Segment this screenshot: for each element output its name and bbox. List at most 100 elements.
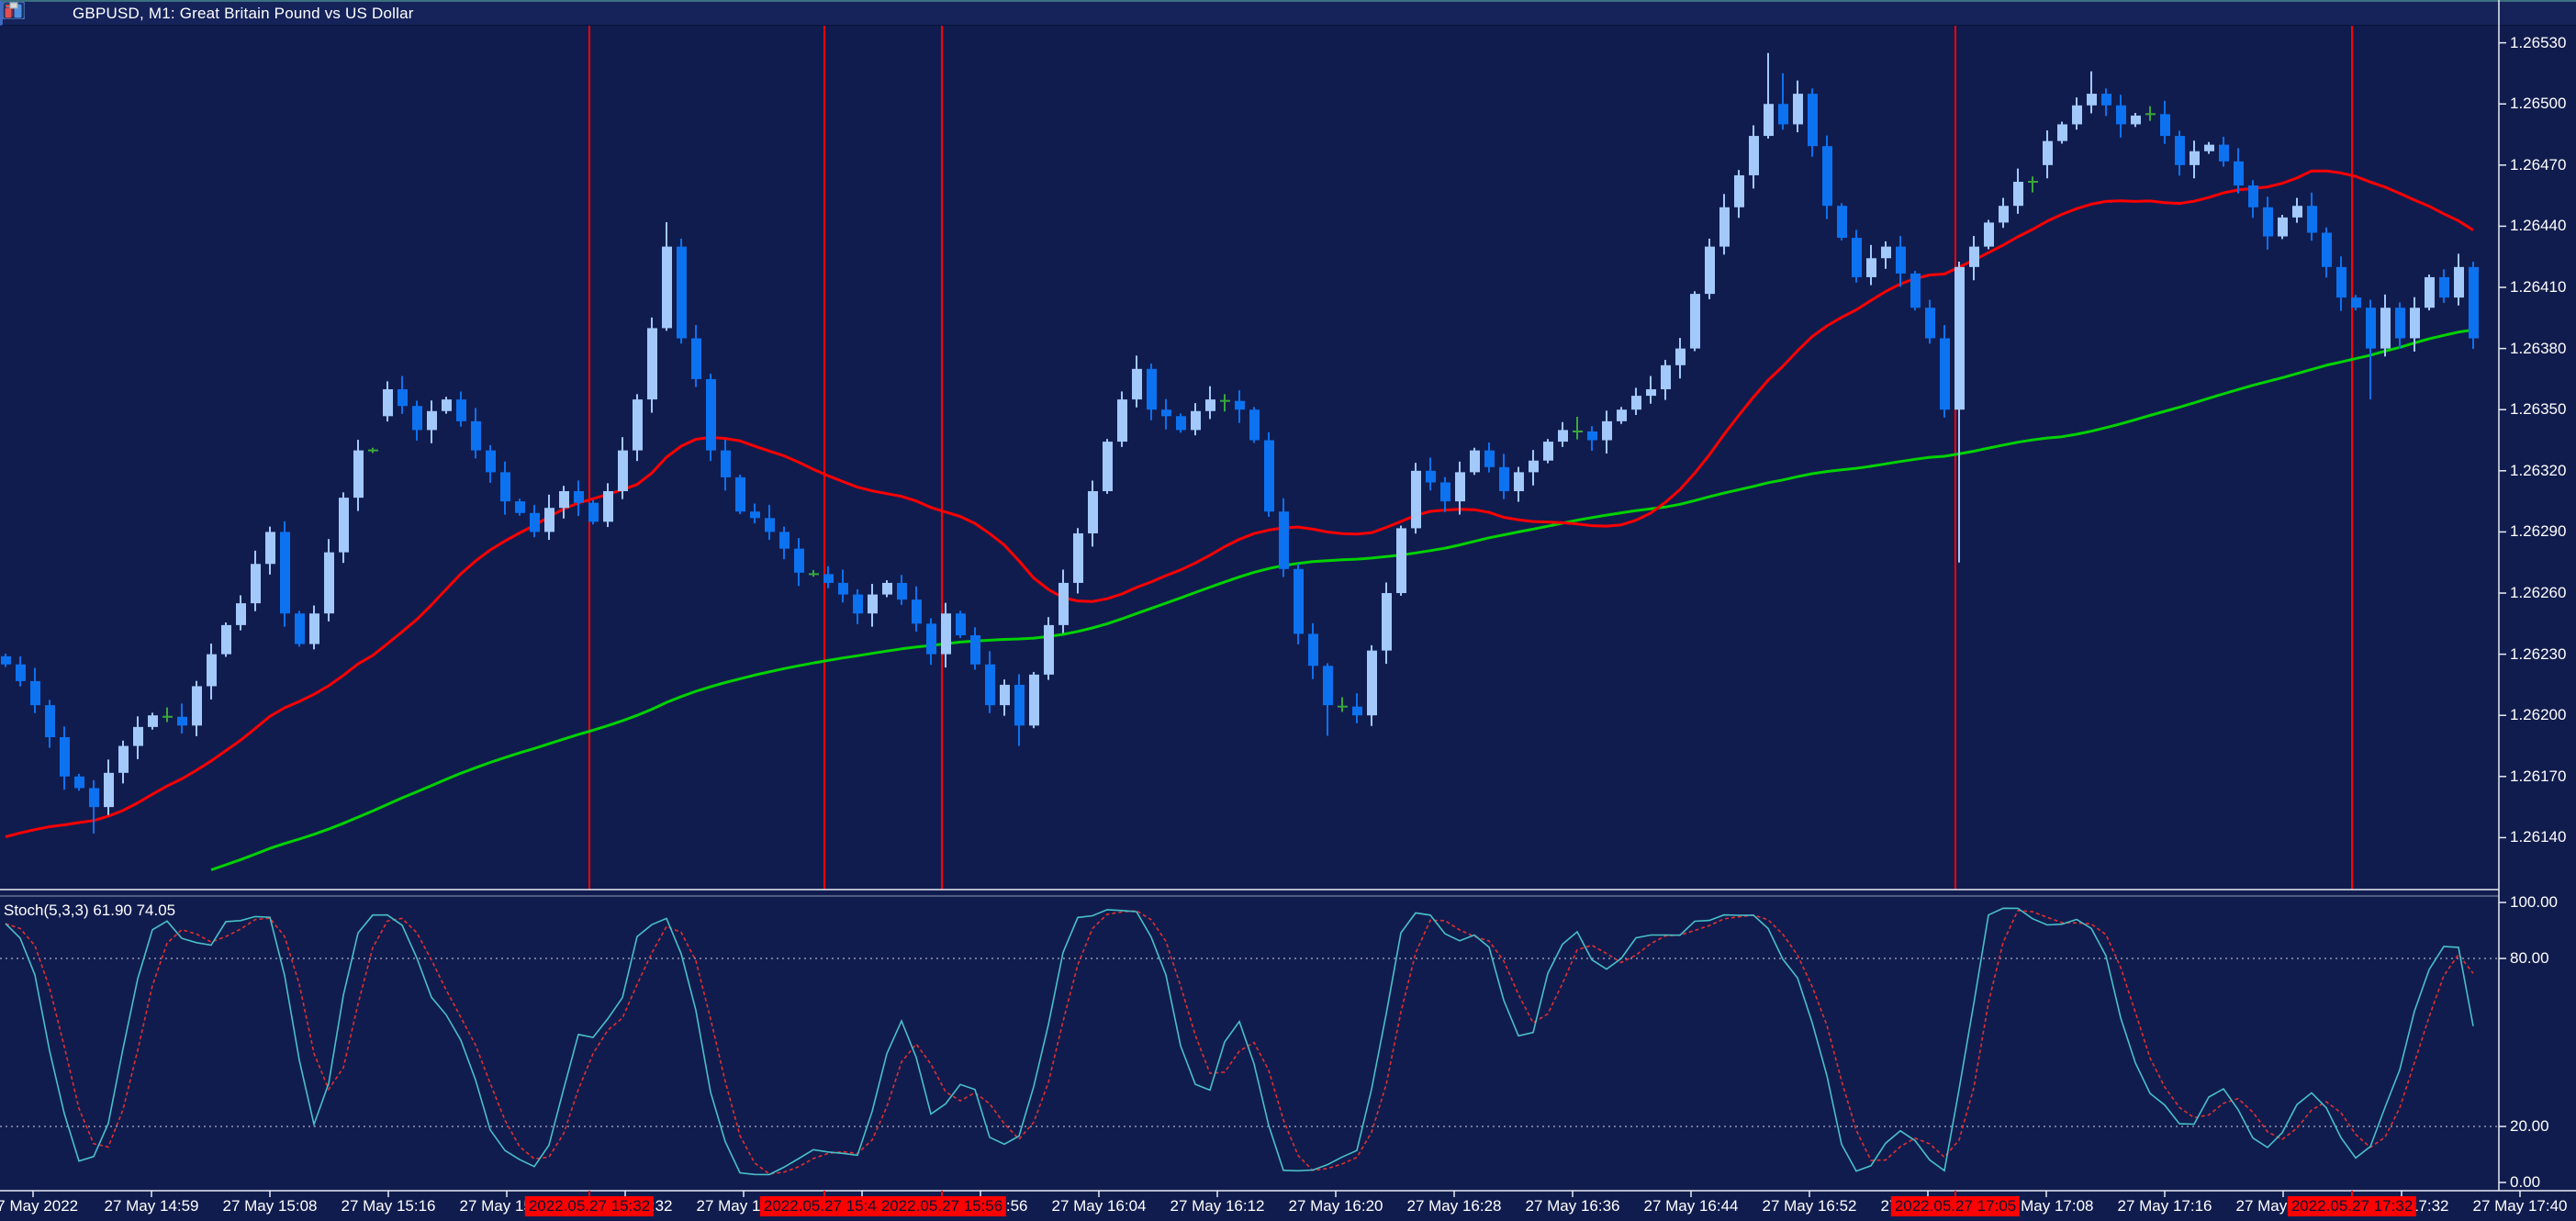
- price-axis-label: 1.26530: [2510, 34, 2566, 52]
- bear-candle-body: [956, 613, 966, 635]
- price-axis-label: 1.26440: [2510, 217, 2566, 235]
- bear-candle-body: [750, 511, 760, 518]
- price-axis-label: 1.26320: [2510, 462, 2566, 480]
- bear-candle-body: [1014, 685, 1025, 725]
- bear-candle-body: [1940, 339, 1950, 410]
- bull-candle-body: [1602, 421, 1612, 441]
- bear-candle-body: [1294, 569, 1304, 634]
- bull-candle-body: [1382, 593, 1392, 651]
- bear-candle-body: [677, 247, 687, 339]
- stoch-axis-label: 100.00: [2510, 893, 2558, 912]
- time-axis-label: 27 May 16:52: [1762, 1197, 1856, 1215]
- bear-candle-body: [515, 501, 525, 513]
- bear-candle-body: [60, 737, 70, 777]
- bull-candle-body: [1999, 206, 2009, 222]
- bear-candle-body: [574, 491, 584, 503]
- bull-candle-body: [544, 508, 554, 532]
- bull-candle-body: [1675, 349, 1686, 365]
- bear-candle-body: [779, 532, 790, 548]
- bull-candle-body: [2072, 106, 2082, 125]
- price-axis-label: 1.26290: [2510, 522, 2566, 541]
- price-axis-label: 1.26410: [2510, 278, 2566, 297]
- bear-candle-body: [1161, 409, 1171, 416]
- price-axis-label: 1.26350: [2510, 400, 2566, 419]
- bull-candle-body: [1543, 442, 1553, 461]
- time-axis-label: 27 May 15:08: [222, 1197, 317, 1215]
- bear-candle-body: [2439, 277, 2449, 297]
- bull-candle-body: [251, 564, 261, 603]
- stochastic-indicator-label: Stoch(5,3,3) 61.90 74.05: [4, 902, 175, 920]
- bull-candle-body: [2410, 308, 2420, 338]
- bear-candle-body: [2469, 267, 2479, 339]
- bull-candle-body: [2013, 182, 2023, 206]
- bear-candle-body: [2307, 206, 2317, 232]
- time-axis-label: 27 May 2022: [0, 1197, 78, 1215]
- bear-candle-body: [1822, 146, 1832, 206]
- bull-candle-body: [633, 399, 643, 451]
- bull-candle-body: [1058, 583, 1069, 625]
- bull-candle-body: [1088, 491, 1098, 533]
- time-axis-label: 27 May 16:28: [1406, 1197, 1501, 1215]
- time-axis-label: 27 May 14:59: [104, 1197, 198, 1215]
- bear-candle-body: [30, 681, 40, 705]
- bear-candle-body: [1440, 482, 1450, 501]
- bear-candle-body: [765, 518, 775, 532]
- bull-candle-body: [1191, 411, 1201, 431]
- bull-candle-body: [618, 451, 628, 491]
- bull-candle-body: [941, 613, 951, 654]
- bull-candle-body: [2204, 145, 2214, 151]
- bull-candle-body: [1661, 365, 1671, 389]
- bear-candle-body: [280, 532, 290, 613]
- bear-candle-body: [1426, 471, 1436, 483]
- bull-candle-body: [2454, 267, 2464, 297]
- bull-candle-body: [1073, 533, 1083, 583]
- price-axis-label: 1.26260: [2510, 584, 2566, 602]
- bull-candle-body: [427, 411, 437, 431]
- bear-candle-body: [1147, 369, 1157, 409]
- time-axis-label: 27 May 17:40: [2472, 1197, 2567, 1215]
- bull-candle-body: [207, 655, 217, 687]
- bear-candle-body: [398, 389, 408, 406]
- bull-candle-body: [1367, 651, 1377, 716]
- bear-candle-body: [1925, 308, 1935, 338]
- bull-candle-body: [1470, 451, 1480, 473]
- bear-candle-body: [735, 477, 745, 511]
- price-and-stoch-plot[interactable]: [0, 0, 2576, 1221]
- bull-candle-body: [603, 491, 613, 521]
- bull-candle-body: [442, 399, 452, 411]
- bull-candle-body: [662, 247, 672, 329]
- bull-candle-body: [1029, 675, 1039, 726]
- bull-candle-body: [118, 746, 129, 773]
- vline-time-label: 2022.05.27 17:32: [2288, 1196, 2416, 1216]
- bull-candle-body: [309, 613, 319, 644]
- bear-candle-body: [1308, 633, 1318, 666]
- trading-terminal-window: GBPUSD, M1: Great Britain Pound vs US Do…: [0, 0, 2576, 1221]
- bear-candle-body: [1323, 666, 1333, 705]
- bear-candle-body: [823, 574, 834, 583]
- bear-candle-body: [2116, 106, 2126, 125]
- bear-candle-body: [1176, 416, 1186, 430]
- bull-candle-body: [353, 451, 364, 498]
- time-axis-label: 27 May 16:12: [1170, 1197, 1264, 1215]
- bull-candle-body: [882, 583, 892, 595]
- bull-candle-body: [868, 595, 878, 614]
- bear-candle-body: [1235, 401, 1245, 410]
- bear-candle-body: [74, 777, 84, 789]
- bear-candle-body: [486, 451, 496, 473]
- bear-candle-body: [2101, 94, 2111, 106]
- price-axis-label: 1.26470: [2510, 156, 2566, 174]
- bear-candle-body: [1778, 104, 1788, 124]
- bear-candle-body: [706, 379, 716, 451]
- bear-candle-body: [471, 421, 481, 451]
- bear-candle-body: [530, 513, 540, 532]
- chart-area[interactable]: 1.265301.265001.264701.264401.264101.263…: [0, 0, 2576, 1221]
- price-axis-label: 1.26200: [2510, 706, 2566, 724]
- bear-candle-body: [295, 613, 305, 644]
- bull-candle-body: [1529, 461, 1539, 473]
- bear-candle-body: [2160, 114, 2170, 136]
- bull-candle-body: [1631, 396, 1641, 409]
- bull-candle-body: [2278, 218, 2288, 237]
- bull-candle-body: [1646, 389, 1656, 396]
- bull-candle-body: [2057, 124, 2067, 140]
- bull-candle-body: [104, 773, 114, 807]
